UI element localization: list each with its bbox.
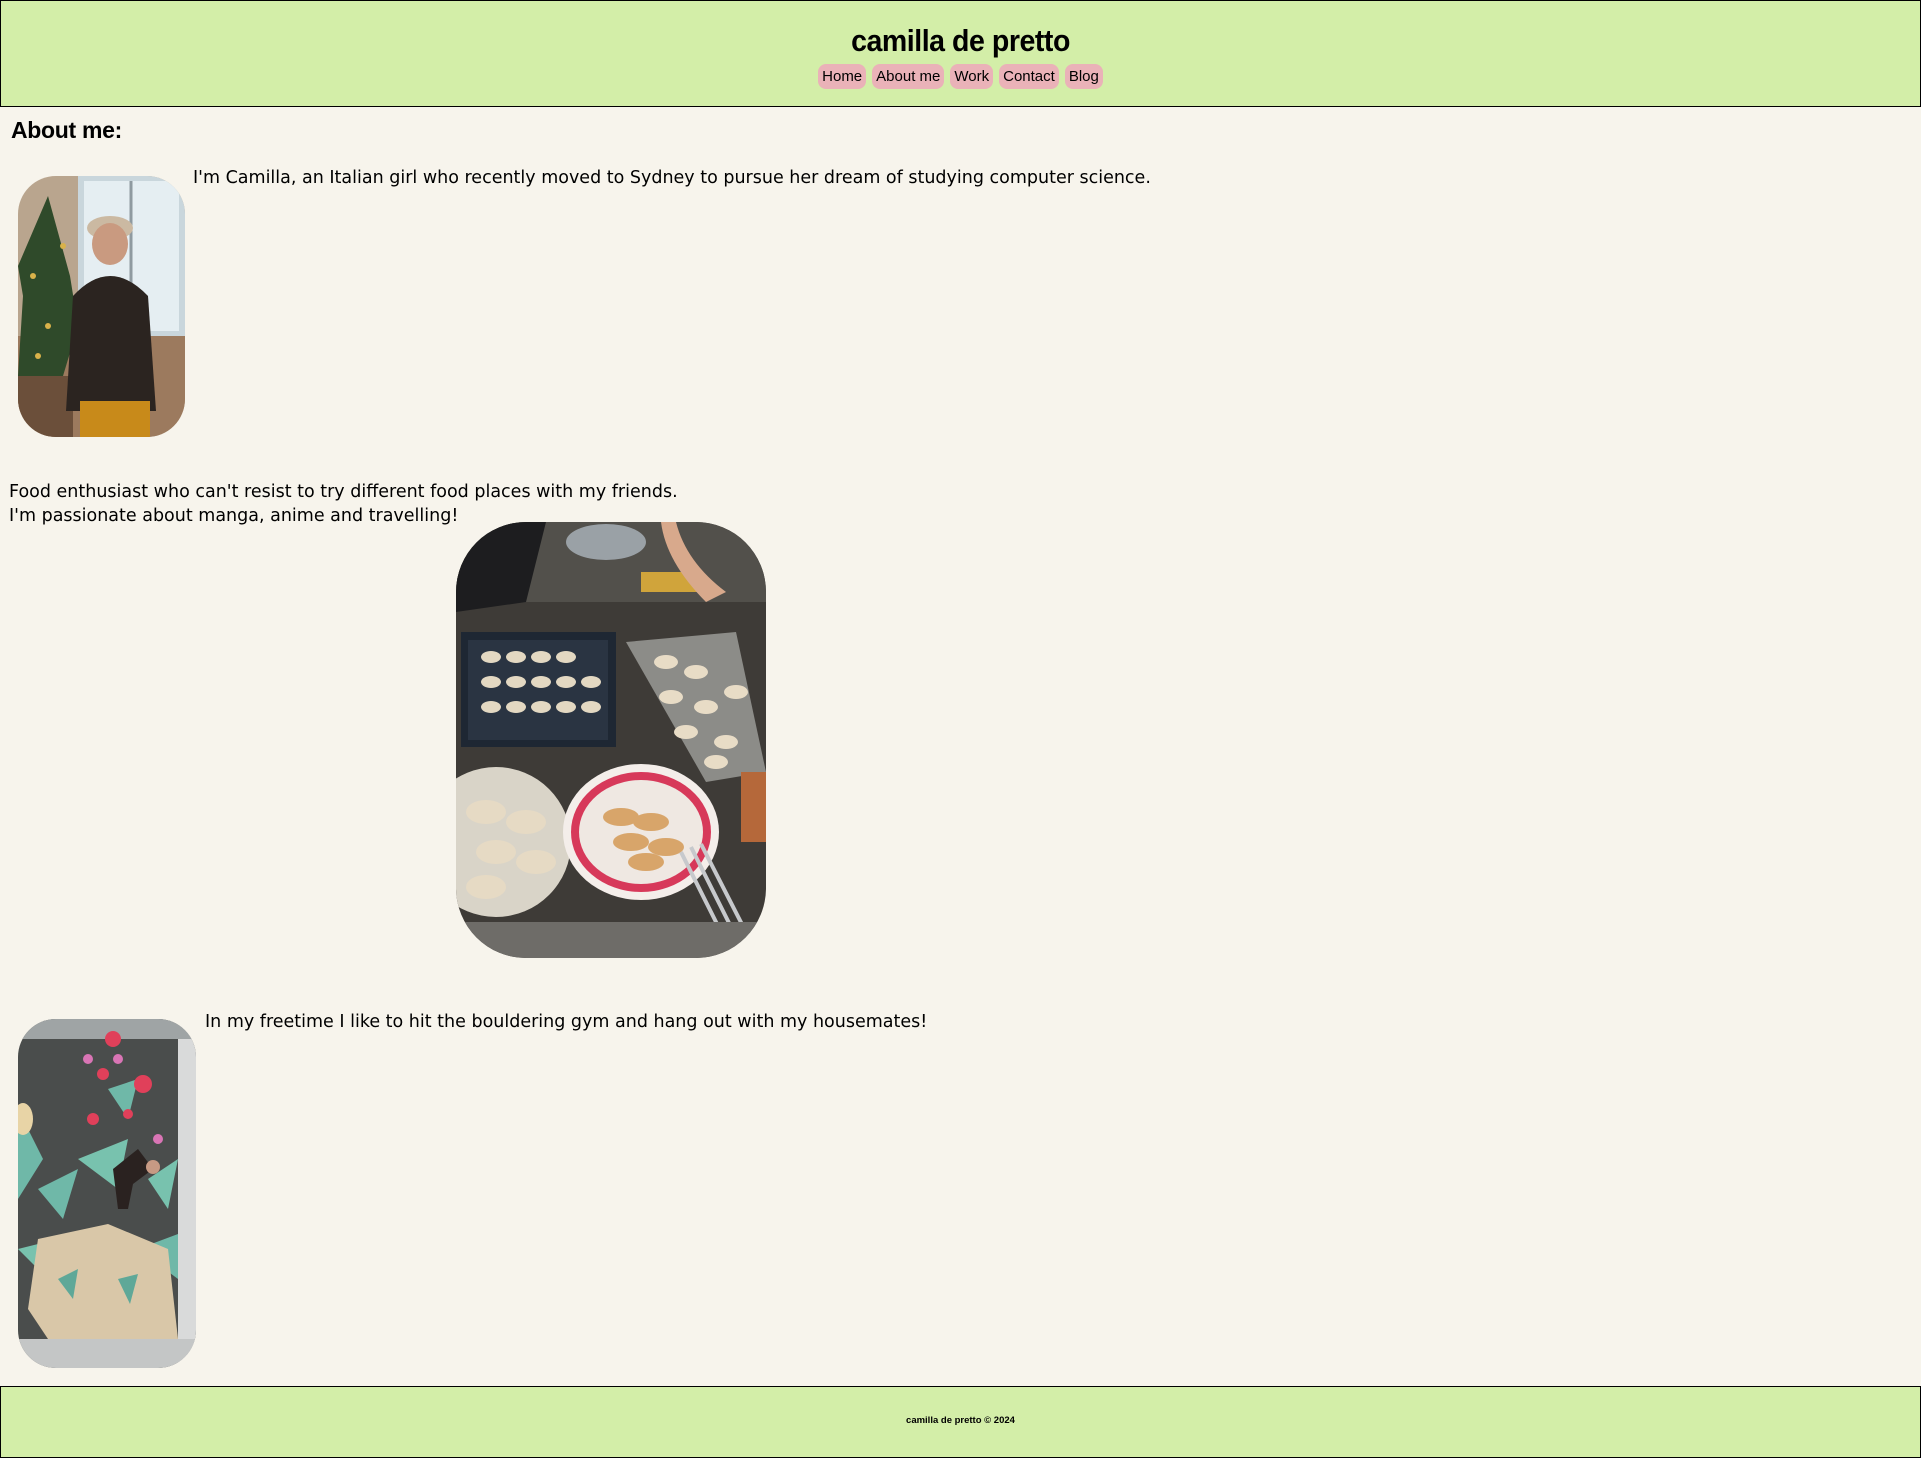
main-nav: Home About me Work Contact Blog xyxy=(1,64,1920,89)
site-footer: camilla de pretto © 2024 xyxy=(0,1386,1921,1458)
footer-copyright: camilla de pretto © 2024 xyxy=(906,1415,1015,1426)
page: camilla de pretto Home About me Work Con… xyxy=(0,0,1921,1458)
nav-contact-link[interactable]: Contact xyxy=(999,64,1059,89)
site-header: camilla de pretto Home About me Work Con… xyxy=(0,0,1921,107)
bouldering-photo xyxy=(18,1019,196,1368)
food-text-line-2: I'm passionate about manga, anime and tr… xyxy=(9,506,459,526)
food-text-line-1: Food enthusiast who can't resist to try … xyxy=(9,482,678,502)
nav-home-link[interactable]: Home xyxy=(818,64,867,89)
nav-about-link[interactable]: About me xyxy=(872,64,945,89)
intro-text: I'm Camilla, an Italian girl who recentl… xyxy=(193,168,1151,188)
nav-work-link[interactable]: Work xyxy=(950,64,994,89)
dumplings-photo xyxy=(456,522,766,958)
portrait-photo xyxy=(18,176,185,437)
section-title: About me: xyxy=(11,117,123,143)
nav-blog-link[interactable]: Blog xyxy=(1064,64,1103,89)
freetime-text: In my freetime I like to hit the boulder… xyxy=(205,1012,928,1032)
site-title: camilla de pretto xyxy=(851,23,1070,58)
